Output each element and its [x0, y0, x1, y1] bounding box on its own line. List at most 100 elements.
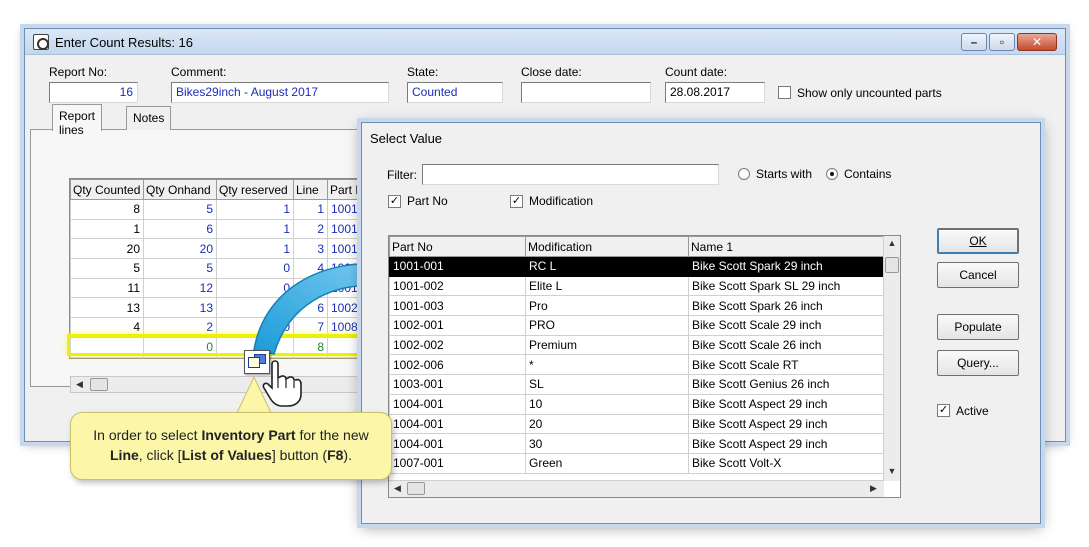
state-field[interactable]: Counted: [407, 82, 503, 103]
tab-notes[interactable]: Notes: [126, 106, 172, 130]
table-row[interactable]: 1003-001 SL Bike Scott Genius 26 inch: [389, 374, 885, 395]
table-row-selected[interactable]: 1001-001 RC L Bike Scott Spark 29 inch: [389, 256, 885, 277]
cell-part-no[interactable]: 1003-001: [389, 374, 526, 395]
cell-qty-counted[interactable]: 11: [70, 277, 144, 299]
table-row[interactable]: 1001-002 Elite L Bike Scott Spark SL 29 …: [389, 275, 885, 297]
starts-with-radio[interactable]: [738, 168, 750, 180]
cell-part-no[interactable]: 1001-: [327, 258, 363, 279]
table-row[interactable]: 13 13 0 6 1002-: [70, 297, 363, 319]
cell-name[interactable]: Bike Scott Volt-X: [688, 452, 885, 474]
scroll-down-icon[interactable]: ▼: [884, 464, 900, 479]
close-button[interactable]: ✕: [1017, 33, 1057, 51]
active-checkbox[interactable]: ✓: [937, 404, 950, 417]
cell-modification[interactable]: Elite L: [525, 275, 689, 297]
table-row[interactable]: 5 5 0 4 1001-: [70, 258, 363, 279]
cell-part-no[interactable]: 1001-002: [389, 275, 526, 297]
cell-modification[interactable]: PRO: [525, 315, 689, 336]
cell-part-no[interactable]: 1001-001: [389, 256, 526, 277]
cell-name[interactable]: Bike Scott Scale RT: [688, 354, 885, 376]
col-modification[interactable]: Modification: [525, 236, 689, 257]
table-row[interactable]: 20 20 1 3 1001-: [70, 238, 363, 260]
cell-modification[interactable]: Pro: [525, 295, 689, 317]
table-row[interactable]: 1004-001 20 Bike Scott Aspect 29 inch: [389, 413, 885, 435]
scroll-thumb[interactable]: [407, 482, 425, 495]
grid-horizontal-scrollbar[interactable]: ◀ ▶: [389, 480, 884, 497]
count-date-field[interactable]: 28.08.2017: [665, 82, 765, 103]
scroll-left-icon[interactable]: ◀: [71, 377, 88, 392]
report-no-field[interactable]: 16: [49, 82, 138, 103]
ok-button[interactable]: OK: [937, 228, 1019, 254]
cell-modification[interactable]: 20: [525, 413, 689, 435]
table-row[interactable]: 4 2 0 7 1008-: [70, 317, 363, 338]
cell-name[interactable]: Bike Scott Aspect 29 inch: [688, 433, 885, 454]
query-button[interactable]: Query...: [937, 350, 1019, 376]
table-row[interactable]: 8 5 1 1 1001-: [70, 199, 363, 220]
cell-part-no[interactable]: 1001-: [327, 218, 363, 240]
table-row[interactable]: 1001-003 Pro Bike Scott Spark 26 inch: [389, 295, 885, 317]
cell-part-no[interactable]: 1001-: [327, 277, 363, 299]
cell-part-no[interactable]: 1002-: [327, 297, 363, 319]
cell-qty-counted[interactable]: 4: [70, 317, 144, 338]
populate-button[interactable]: Populate: [937, 314, 1019, 340]
grid-vertical-scrollbar[interactable]: ▲ ▼: [883, 236, 900, 481]
cell-name[interactable]: Bike Scott Genius 26 inch: [688, 374, 885, 395]
cell-modification[interactable]: 10: [525, 393, 689, 415]
filter-input[interactable]: [422, 164, 719, 185]
table-row[interactable]: 11 12 0 5 1001-: [70, 277, 363, 299]
col-name-1[interactable]: Name 1: [688, 236, 885, 257]
scroll-right-icon[interactable]: ▶: [865, 481, 882, 496]
tab-report-lines[interactable]: Report lines: [52, 104, 103, 137]
cell-name[interactable]: Bike Scott Aspect 29 inch: [688, 413, 885, 435]
cell-part-no[interactable]: 1004-001: [389, 413, 526, 435]
cell-part-no[interactable]: 1008-: [327, 317, 363, 338]
col-qty-counted[interactable]: Qty Counted: [70, 179, 144, 200]
cell-part-no[interactable]: 1002-006: [389, 354, 526, 376]
table-row[interactable]: 1002-001 PRO Bike Scott Scale 29 inch: [389, 315, 885, 336]
cell-part-no[interactable]: 1002-002: [389, 334, 526, 356]
cell-part-no[interactable]: [327, 336, 363, 358]
show-uncounted-checkbox[interactable]: [778, 86, 791, 99]
table-row[interactable]: 1007-001 Green Bike Scott Volt-X: [389, 452, 885, 474]
scroll-left-icon[interactable]: ◀: [389, 481, 406, 496]
scroll-thumb[interactable]: [90, 378, 108, 391]
cell-name[interactable]: Bike Scott Scale 29 inch: [688, 315, 885, 336]
cell-modification[interactable]: Premium: [525, 334, 689, 356]
table-row[interactable]: 1004-001 10 Bike Scott Aspect 29 inch: [389, 393, 885, 415]
cell-modification[interactable]: *: [525, 354, 689, 376]
cell-qty-counted[interactable]: 5: [70, 258, 144, 279]
cell-modification[interactable]: RC L: [525, 256, 689, 277]
cell-part-no[interactable]: 1007-001: [389, 452, 526, 474]
contains-radio[interactable]: [826, 168, 838, 180]
cell-qty-counted[interactable]: 13: [70, 297, 144, 319]
cell-part-no[interactable]: 1001-: [327, 238, 363, 260]
col-qty-reserved[interactable]: Qty reserved: [216, 179, 294, 200]
cell-part-no[interactable]: 1001-003: [389, 295, 526, 317]
cell-name[interactable]: Bike Scott Spark 29 inch: [688, 256, 885, 277]
col-line[interactable]: Line: [293, 179, 328, 200]
cell-part-no[interactable]: 1001-: [327, 199, 363, 220]
col-part-no[interactable]: Part No: [389, 236, 526, 257]
table-row[interactable]: 1 6 1 2 1001-: [70, 218, 363, 240]
cell-name[interactable]: Bike Scott Aspect 29 inch: [688, 393, 885, 415]
cell-qty-counted[interactable]: 1: [70, 218, 144, 240]
cell-modification[interactable]: Green: [525, 452, 689, 474]
cell-qty-counted[interactable]: [70, 336, 144, 358]
cell-name[interactable]: Bike Scott Scale 26 inch: [688, 334, 885, 356]
cell-part-no[interactable]: 1004-001: [389, 433, 526, 454]
cell-modification[interactable]: SL: [525, 374, 689, 395]
table-row-new[interactable]: 0 8: [70, 336, 363, 358]
col-part-no[interactable]: Part N: [327, 179, 363, 200]
cell-name[interactable]: Bike Scott Spark SL 29 inch: [688, 275, 885, 297]
close-date-field[interactable]: [521, 82, 651, 103]
table-row[interactable]: 1004-001 30 Bike Scott Aspect 29 inch: [389, 433, 885, 454]
list-of-values-icon[interactable]: [244, 350, 270, 374]
scroll-thumb[interactable]: [885, 257, 899, 273]
cell-modification[interactable]: 30: [525, 433, 689, 454]
col-qty-onhand[interactable]: Qty Onhand: [143, 179, 217, 200]
cell-qty-counted[interactable]: 8: [70, 199, 144, 220]
maximize-button[interactable]: ▫: [989, 33, 1015, 51]
scroll-up-icon[interactable]: ▲: [884, 236, 900, 251]
table-row[interactable]: 1002-002 Premium Bike Scott Scale 26 inc…: [389, 334, 885, 356]
table-row[interactable]: 1002-006 * Bike Scott Scale RT: [389, 354, 885, 376]
minimize-button[interactable]: –: [961, 33, 987, 51]
